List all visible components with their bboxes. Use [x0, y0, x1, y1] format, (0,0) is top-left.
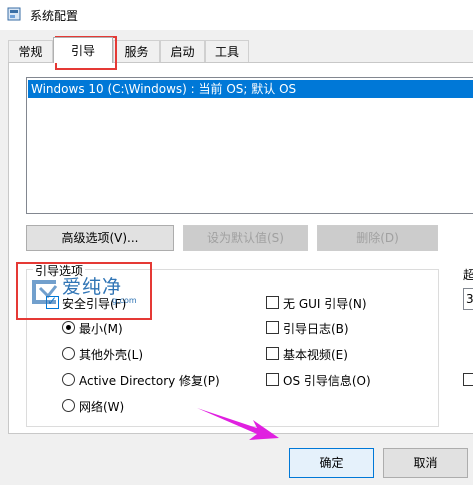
- base-video-label: 基本视频(E): [283, 348, 348, 362]
- tab-services[interactable]: 服务: [113, 40, 160, 62]
- minimal-label: 最小(M): [79, 322, 123, 336]
- no-gui-boot-checkbox[interactable]: [266, 296, 279, 309]
- timeout-input[interactable]: 3: [463, 288, 473, 310]
- delete-button[interactable]: 删除(D): [317, 225, 438, 251]
- boot-log-label: 引导日志(B): [283, 322, 349, 336]
- ad-repair-radio[interactable]: [62, 373, 75, 386]
- make-permanent-checkbox[interactable]: [463, 373, 473, 386]
- boot-log-checkbox[interactable]: [266, 321, 279, 334]
- tab-general[interactable]: 常规: [8, 40, 53, 62]
- safe-boot-highlight: [16, 262, 152, 320]
- alternate-shell-label: 其他外壳(L): [79, 348, 144, 362]
- os-boot-info-label: OS 引导信息(O): [283, 374, 371, 388]
- advanced-options-button[interactable]: 高级选项(V)...: [26, 225, 174, 251]
- os-list[interactable]: Windows 10 (C:\Windows) : 当前 OS; 默认 OS: [26, 77, 473, 214]
- minimal-radio[interactable]: [62, 321, 75, 334]
- system-config-icon: [7, 7, 21, 21]
- timeout-value: 3: [466, 292, 473, 306]
- no-gui-boot-label: 无 GUI 引导(N): [283, 297, 367, 311]
- cancel-button[interactable]: 取消: [383, 448, 468, 478]
- tab-startup[interactable]: 启动: [160, 40, 205, 62]
- alternate-shell-radio[interactable]: [62, 347, 75, 360]
- ok-button[interactable]: 确定: [289, 448, 374, 478]
- set-default-button[interactable]: 设为默认值(S): [183, 225, 308, 251]
- pointer-arrow-icon: [197, 408, 279, 440]
- os-list-item[interactable]: Windows 10 (C:\Windows) : 当前 OS; 默认 OS: [28, 80, 473, 98]
- tab-tools[interactable]: 工具: [205, 40, 249, 62]
- ad-repair-label: Active Directory 修复(P): [79, 374, 220, 388]
- network-radio[interactable]: [62, 399, 75, 412]
- os-boot-info-checkbox[interactable]: [266, 373, 279, 386]
- base-video-checkbox[interactable]: [266, 347, 279, 360]
- window-title: 系统配置: [30, 9, 79, 23]
- network-label: 网络(W): [79, 400, 125, 414]
- timeout-label: 超: [463, 268, 473, 282]
- tab-boot[interactable]: 引导: [53, 37, 113, 63]
